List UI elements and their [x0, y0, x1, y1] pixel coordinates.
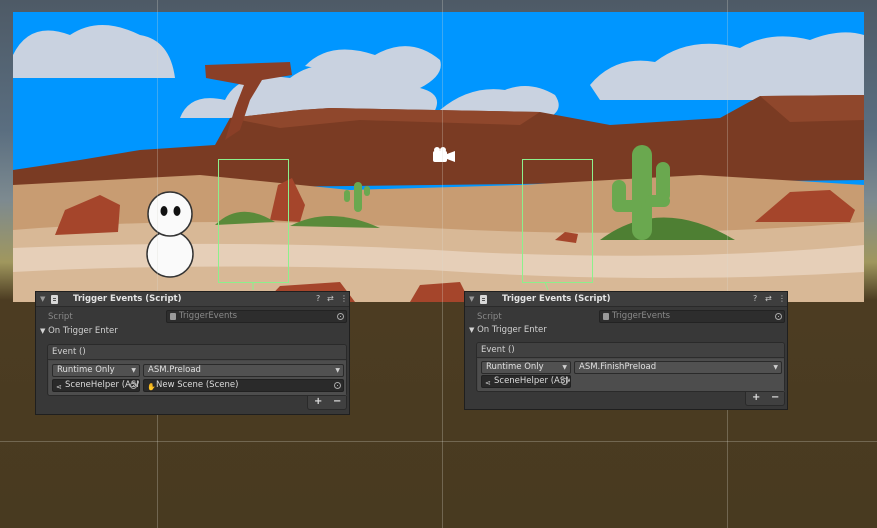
dropdown-arrow-icon: ▼ — [773, 364, 778, 371]
context-menu-icon[interactable]: ⋮ — [340, 294, 348, 303]
grid-line — [157, 0, 158, 528]
section-label: On Trigger Enter — [477, 325, 547, 335]
object-picker-icon[interactable] — [337, 313, 344, 320]
component-title: Trigger Events (Script) — [502, 294, 611, 304]
call-state-dropdown[interactable]: Runtime Only ▼ — [52, 364, 140, 377]
call-state-dropdown[interactable]: Runtime Only ▼ — [481, 361, 571, 374]
script-file-icon — [603, 313, 609, 320]
unity-event-list: Event () Runtime Only ▼ ASM.FinishPreloa… — [476, 342, 785, 392]
script-label: Script — [477, 312, 502, 322]
grid-line — [727, 0, 728, 528]
component-header[interactable]: ▼ Trigger Events (Script) ? ⇄ ⋮ — [465, 292, 787, 307]
target-object-field[interactable]: ⋖ SceneHelper (ASM) — [52, 379, 140, 392]
call-state-value: Runtime Only — [486, 362, 544, 372]
script-field[interactable]: TriggerEvents — [599, 310, 785, 323]
grid-line — [442, 0, 443, 528]
target-object-value: SceneHelper (ASM) — [65, 380, 140, 390]
unity-event-list: Event () Runtime Only ▼ ASM.Preload ▼ ⋖ … — [47, 344, 347, 396]
object-picker-icon[interactable] — [334, 382, 341, 389]
function-dropdown[interactable]: ASM.Preload ▼ — [143, 364, 344, 377]
event-header: Event () — [48, 345, 346, 360]
event-label: Event () — [52, 347, 86, 357]
add-listener-button[interactable]: + — [752, 392, 760, 403]
object-picker-icon[interactable] — [775, 313, 782, 320]
presets-icon[interactable]: ⇄ — [765, 294, 772, 303]
collapse-arrow-icon[interactable]: ▼ — [469, 295, 474, 303]
object-picker-icon[interactable] — [561, 378, 568, 385]
script-value: TriggerEvents — [179, 311, 238, 321]
target-object-value: SceneHelper (ASM) — [494, 376, 571, 386]
scene-asset-icon: ✋ — [147, 383, 156, 391]
help-icon[interactable]: ? — [753, 294, 757, 303]
object-picker-icon[interactable] — [130, 382, 137, 389]
function-dropdown[interactable]: ASM.FinishPreload ▼ — [574, 361, 782, 374]
script-icon — [51, 295, 58, 304]
script-file-icon — [170, 313, 176, 320]
help-icon[interactable]: ? — [316, 294, 320, 303]
script-field[interactable]: TriggerEvents — [166, 310, 347, 323]
function-value: ASM.Preload — [148, 365, 201, 375]
component-icon: ⋖ — [56, 383, 62, 391]
script-label: Script — [48, 312, 73, 322]
remove-listener-button[interactable]: − — [333, 396, 341, 407]
argument-value: New Scene (Scene) — [156, 380, 239, 390]
target-object-field[interactable]: ⋖ SceneHelper (ASM) — [481, 375, 571, 388]
argument-field[interactable]: ✋ New Scene (Scene) — [143, 379, 344, 392]
trigger-events-panel-left: ▼ Trigger Events (Script) ? ⇄ ⋮ Script T… — [35, 291, 350, 415]
section-foldout[interactable]: ▼ On Trigger Enter — [40, 326, 118, 336]
collapse-arrow-icon[interactable]: ▼ — [40, 295, 45, 303]
dropdown-arrow-icon: ▼ — [335, 367, 340, 374]
script-icon — [480, 295, 487, 304]
component-header[interactable]: ▼ Trigger Events (Script) ? ⇄ ⋮ — [36, 292, 349, 307]
add-listener-button[interactable]: + — [314, 396, 322, 407]
remove-listener-button[interactable]: − — [771, 392, 779, 403]
event-header: Event () — [477, 343, 784, 358]
call-state-value: Runtime Only — [57, 365, 115, 375]
section-label: On Trigger Enter — [48, 326, 118, 336]
dropdown-arrow-icon: ▼ — [562, 364, 567, 371]
section-foldout[interactable]: ▼ On Trigger Enter — [469, 325, 547, 335]
component-title: Trigger Events (Script) — [73, 294, 182, 304]
event-label: Event () — [481, 345, 515, 355]
scene-view[interactable] — [0, 0, 877, 528]
foldout-arrow-icon: ▼ — [40, 327, 46, 335]
foldout-arrow-icon: ▼ — [469, 326, 475, 334]
function-value: ASM.FinishPreload — [579, 362, 657, 372]
script-value: TriggerEvents — [612, 311, 671, 321]
component-icon: ⋖ — [485, 379, 491, 387]
context-menu-icon[interactable]: ⋮ — [778, 294, 786, 303]
list-footer: + − — [307, 396, 347, 410]
trigger-events-panel-right: ▼ Trigger Events (Script) ? ⇄ ⋮ Script T… — [464, 291, 788, 410]
list-footer: + − — [745, 392, 785, 406]
presets-icon[interactable]: ⇄ — [327, 294, 334, 303]
dropdown-arrow-icon: ▼ — [131, 367, 136, 374]
grid-line — [0, 441, 877, 442]
